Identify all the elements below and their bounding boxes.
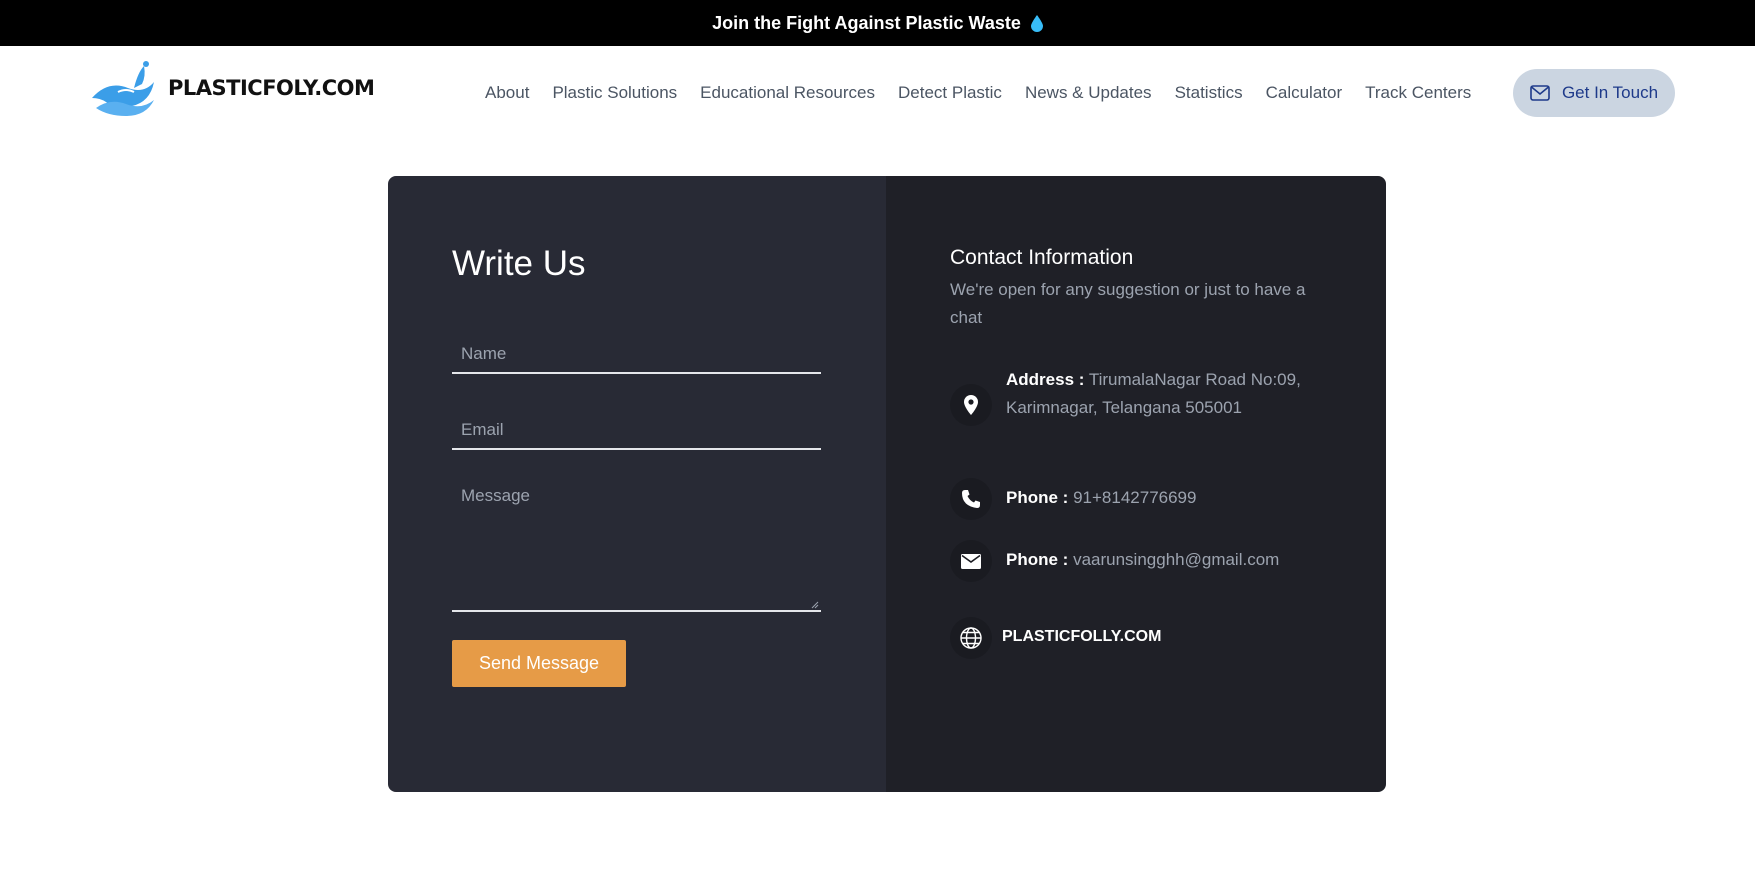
phone-row: Phone : 91+8142776699 <box>950 478 1326 520</box>
email-value[interactable]: vaarunsingghh@gmail.com <box>1073 550 1279 569</box>
address-label: Address : <box>1006 370 1085 389</box>
location-pin-icon <box>950 384 992 426</box>
address-text: Address : TirumalaNagar Road No:09, Kari… <box>1006 366 1326 422</box>
email-row: Phone : vaarunsingghh@gmail.com <box>950 540 1326 582</box>
nav-link-calculator[interactable]: Calculator <box>1266 83 1343 103</box>
message-textarea[interactable] <box>452 476 821 612</box>
form-title: Write Us <box>452 244 586 283</box>
write-us-panel: Write Us Send Message <box>388 176 886 792</box>
nav-link-plastic-solutions[interactable]: Plastic Solutions <box>552 83 677 103</box>
site-logo[interactable]: PLASTICFOLY.COM <box>88 58 375 118</box>
envelope-icon <box>950 540 992 582</box>
phone-label: Phone : <box>1006 488 1069 507</box>
send-message-button[interactable]: Send Message <box>452 640 626 687</box>
nav-link-detect-plastic[interactable]: Detect Plastic <box>898 83 1002 103</box>
water-drop-icon <box>1030 14 1043 32</box>
name-input[interactable] <box>452 336 821 374</box>
logo-text: PLASTICFOLY.COM <box>168 76 375 100</box>
wave-logo-icon <box>92 61 154 116</box>
email-input[interactable] <box>452 412 821 450</box>
nav-link-about[interactable]: About <box>485 83 529 103</box>
nav-link-statistics[interactable]: Statistics <box>1175 83 1243 103</box>
email-label: Phone : <box>1006 550 1069 569</box>
banner-text: Join the Fight Against Plastic Waste <box>712 12 1021 33</box>
get-in-touch-label: Get In Touch <box>1561 83 1659 102</box>
phone-value[interactable]: 91+8142776699 <box>1073 488 1196 507</box>
mail-icon <box>1530 85 1550 101</box>
contact-card: Write Us Send Message Contact Informatio… <box>388 176 1386 792</box>
contact-title: Contact Information <box>950 246 1134 269</box>
nav-links: About Plastic Solutions Educational Reso… <box>485 83 1494 103</box>
contact-subtitle: We're open for any suggestion or just to… <box>950 280 1306 327</box>
website-row: PLASTICFOLLY.COM <box>950 617 1322 659</box>
address-row: Address : TirumalaNagar Road No:09, Kari… <box>950 366 1326 426</box>
main-navigation: PLASTICFOLY.COM About Plastic Solutions … <box>0 46 1755 141</box>
nav-link-track-centers[interactable]: Track Centers <box>1365 83 1471 103</box>
phone-icon <box>950 478 992 520</box>
phone-text: Phone : 91+8142776699 <box>1006 484 1326 512</box>
globe-icon <box>950 617 992 659</box>
get-in-touch-button[interactable]: Get In Touch <box>1513 69 1675 117</box>
nav-link-educational-resources[interactable]: Educational Resources <box>700 83 875 103</box>
nav-link-news-updates[interactable]: News & Updates <box>1025 83 1152 103</box>
email-text: Phone : vaarunsingghh@gmail.com <box>1006 546 1326 574</box>
announcement-banner: Join the Fight Against Plastic Waste <box>0 0 1755 46</box>
contact-info-panel: Contact Information We're open for any s… <box>886 176 1386 792</box>
resize-handle-icon[interactable] <box>811 601 819 609</box>
website-link[interactable]: PLASTICFOLLY.COM <box>1002 623 1322 651</box>
